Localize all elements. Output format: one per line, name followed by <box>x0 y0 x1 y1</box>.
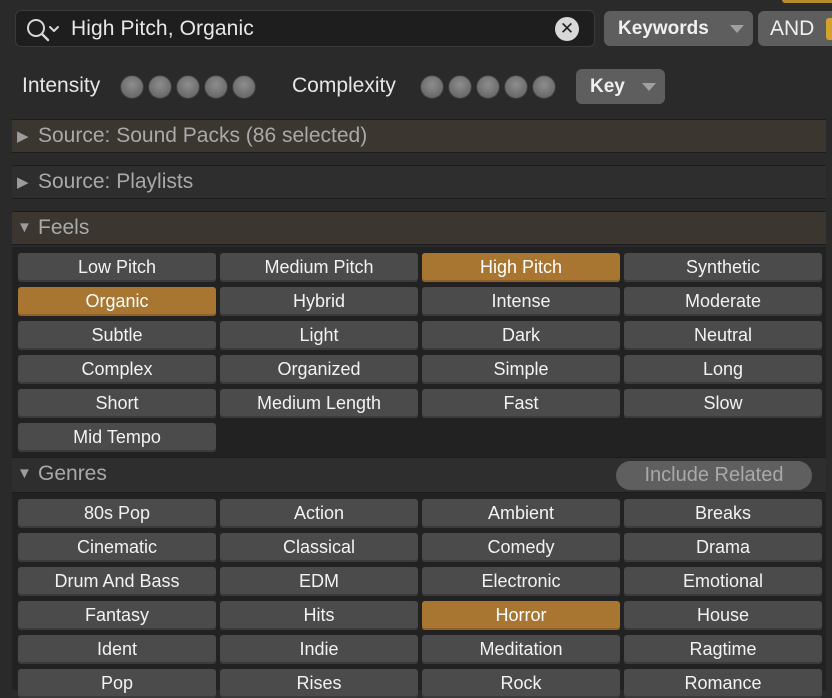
feel-tag-simple[interactable]: Simple <box>422 355 620 384</box>
operator-dropdown[interactable]: AND <box>758 11 832 46</box>
complexity-dot-1[interactable] <box>420 75 444 99</box>
search-input[interactable]: High Pitch, Organic <box>71 17 254 41</box>
genre-tag-ragtime[interactable]: Ragtime <box>624 635 822 664</box>
expand-arrow-icon[interactable]: ▶ <box>17 173 29 191</box>
section-title: Feels <box>38 216 90 239</box>
feel-tag-subtle[interactable]: Subtle <box>18 321 216 350</box>
genre-tag-indie[interactable]: Indie <box>220 635 418 664</box>
operator-label: AND <box>770 17 815 40</box>
feel-tag-high-pitch[interactable]: High Pitch <box>422 253 620 282</box>
section-sound-packs[interactable]: ▶ Source: Sound Packs (86 selected) <box>12 119 826 153</box>
expand-arrow-icon[interactable]: ▶ <box>17 127 29 145</box>
feel-tag-medium-pitch[interactable]: Medium Pitch <box>220 253 418 282</box>
intensity-dot-1[interactable] <box>120 75 144 99</box>
genre-tag-classical[interactable]: Classical <box>220 533 418 562</box>
genre-tag-meditation[interactable]: Meditation <box>422 635 620 664</box>
complexity-rating[interactable] <box>420 75 556 99</box>
genre-tag-horror[interactable]: Horror <box>422 601 620 630</box>
clear-search-icon[interactable]: ✕ <box>555 17 579 41</box>
feel-tag-moderate[interactable]: Moderate <box>624 287 822 316</box>
intensity-rating[interactable] <box>120 75 256 99</box>
genre-tag-electronic[interactable]: Electronic <box>422 567 620 596</box>
collapse-arrow-icon[interactable]: ▼ <box>17 219 32 236</box>
genre-tag-ident[interactable]: Ident <box>18 635 216 664</box>
chevron-down-icon <box>642 83 656 91</box>
genre-tag-ambient[interactable]: Ambient <box>422 499 620 528</box>
key-dropdown[interactable]: Key <box>576 69 665 104</box>
include-related-toggle[interactable]: Include Related <box>616 461 812 490</box>
section-title: Source: Playlists <box>38 170 194 193</box>
feels-tag-grid: Low Pitch Medium Pitch High Pitch Synthetic… <box>12 247 826 457</box>
genre-tag-rises[interactable]: Rises <box>220 669 418 698</box>
search-icon[interactable] <box>26 18 60 42</box>
genre-tag-pop[interactable]: Pop <box>18 669 216 698</box>
operator-accent <box>826 18 832 40</box>
feel-tag-complex[interactable]: Complex <box>18 355 216 384</box>
complexity-dot-4[interactable] <box>504 75 528 99</box>
genre-tag-drama[interactable]: Drama <box>624 533 822 562</box>
complexity-dot-5[interactable] <box>532 75 556 99</box>
intensity-dot-5[interactable] <box>232 75 256 99</box>
intensity-dot-2[interactable] <box>148 75 172 99</box>
collapse-arrow-icon[interactable]: ▼ <box>17 465 32 482</box>
genre-tag-edm[interactable]: EDM <box>220 567 418 596</box>
feel-tag-hybrid[interactable]: Hybrid <box>220 287 418 316</box>
feel-tag-long[interactable]: Long <box>624 355 822 384</box>
feel-tag-low-pitch[interactable]: Low Pitch <box>18 253 216 282</box>
feel-tag-neutral[interactable]: Neutral <box>624 321 822 350</box>
genre-tag-hits[interactable]: Hits <box>220 601 418 630</box>
complexity-dot-2[interactable] <box>448 75 472 99</box>
genre-tag-rock[interactable]: Rock <box>422 669 620 698</box>
section-title: Genres <box>38 462 107 485</box>
feel-tag-short[interactable]: Short <box>18 389 216 418</box>
genre-tag-breaks[interactable]: Breaks <box>624 499 822 528</box>
key-label: Key <box>590 76 625 97</box>
intensity-dot-3[interactable] <box>176 75 200 99</box>
search-mode-dropdown[interactable]: Keywords <box>604 11 753 46</box>
feel-tag-medium-length[interactable]: Medium Length <box>220 389 418 418</box>
feel-tag-slow[interactable]: Slow <box>624 389 822 418</box>
search-mode-label: Keywords <box>618 18 709 39</box>
section-feels[interactable]: ▼ Feels <box>12 211 826 245</box>
complexity-dot-3[interactable] <box>476 75 500 99</box>
feel-tag-fast[interactable]: Fast <box>422 389 620 418</box>
genres-tag-grid: 80s Pop Action Ambient Breaks Cinematic Class… <box>12 493 826 698</box>
feel-tag-synthetic[interactable]: Synthetic <box>624 253 822 282</box>
genre-tag-romance[interactable]: Romance <box>624 669 822 698</box>
feel-tag-mid-tempo[interactable]: Mid Tempo <box>18 423 216 452</box>
genre-tag-80s-pop[interactable]: 80s Pop <box>18 499 216 528</box>
feel-tag-organic[interactable]: Organic <box>18 287 216 316</box>
section-title: Source: Sound Packs (86 selected) <box>38 124 368 147</box>
genre-tag-action[interactable]: Action <box>220 499 418 528</box>
genre-tag-comedy[interactable]: Comedy <box>422 533 620 562</box>
genre-tag-house[interactable]: House <box>624 601 822 630</box>
genre-tag-cinematic[interactable]: Cinematic <box>18 533 216 562</box>
search-field[interactable]: High Pitch, Organic ✕ <box>15 10 595 47</box>
feel-tag-dark[interactable]: Dark <box>422 321 620 350</box>
genre-tag-drum-and-bass[interactable]: Drum And Bass <box>18 567 216 596</box>
feel-tag-light[interactable]: Light <box>220 321 418 350</box>
top-accent-strip <box>782 0 832 3</box>
section-playlists[interactable]: ▶ Source: Playlists <box>12 165 826 199</box>
genre-tag-fantasy[interactable]: Fantasy <box>18 601 216 630</box>
genre-tag-emotional[interactable]: Emotional <box>624 567 822 596</box>
complexity-label: Complexity <box>292 74 396 97</box>
intensity-label: Intensity <box>22 74 101 97</box>
intensity-dot-4[interactable] <box>204 75 228 99</box>
chevron-down-icon <box>730 25 744 33</box>
feel-tag-organized[interactable]: Organized <box>220 355 418 384</box>
feel-tag-intense[interactable]: Intense <box>422 287 620 316</box>
